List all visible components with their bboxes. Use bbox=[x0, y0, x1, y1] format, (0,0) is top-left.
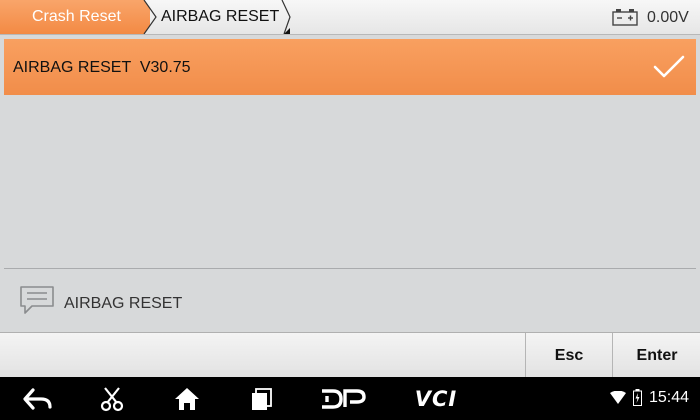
screenshot-button[interactable] bbox=[96, 385, 128, 413]
wifi-icon bbox=[610, 391, 626, 404]
recent-apps-icon bbox=[252, 388, 272, 410]
divider bbox=[4, 268, 696, 269]
clock: 15:44 bbox=[649, 389, 690, 406]
breadcrumb-home-label: Crash Reset bbox=[32, 8, 121, 25]
system-navbar: DP VCI 15:44 bbox=[0, 377, 700, 420]
scissors-icon bbox=[100, 387, 124, 412]
list-item-label: AIRBAG RESET V30.75 bbox=[13, 59, 191, 76]
recent-apps-button[interactable] bbox=[246, 385, 276, 413]
breadcrumb-home[interactable]: Crash Reset bbox=[0, 0, 150, 34]
info-bar: AIRBAG RESET bbox=[0, 270, 700, 332]
breadcrumb-current[interactable]: AIRBAG RESET bbox=[148, 0, 294, 34]
breadcrumb-separator-icon bbox=[281, 0, 291, 34]
car-battery-icon bbox=[612, 9, 638, 26]
action-bar: Esc Enter bbox=[0, 332, 700, 378]
dp-button[interactable]: DP bbox=[316, 385, 370, 413]
home-icon bbox=[175, 388, 199, 410]
breadcrumb: Crash Reset AIRBAG RESET 0.00V bbox=[0, 0, 700, 35]
enter-button[interactable]: Enter bbox=[612, 333, 700, 378]
dp-icon: DP bbox=[319, 388, 366, 409]
function-list: AIRBAG RESET V30.75 bbox=[0, 35, 700, 268]
vci-icon: VCI bbox=[414, 387, 458, 411]
list-item[interactable]: AIRBAG RESET V30.75 bbox=[4, 39, 696, 95]
battery-icon bbox=[633, 389, 642, 406]
back-icon bbox=[23, 388, 52, 410]
checkmark-icon bbox=[653, 55, 685, 78]
back-button[interactable] bbox=[20, 385, 56, 413]
info-text: AIRBAG RESET bbox=[64, 295, 183, 312]
voltage-readout: 0.00V bbox=[647, 9, 689, 26]
breadcrumb-current-label: AIRBAG RESET bbox=[161, 8, 280, 25]
vci-button[interactable]: VCI bbox=[408, 385, 464, 413]
home-button[interactable] bbox=[170, 385, 204, 413]
esc-button[interactable]: Esc bbox=[525, 333, 612, 378]
message-icon bbox=[20, 286, 54, 314]
dp-text: DP bbox=[319, 388, 321, 389]
